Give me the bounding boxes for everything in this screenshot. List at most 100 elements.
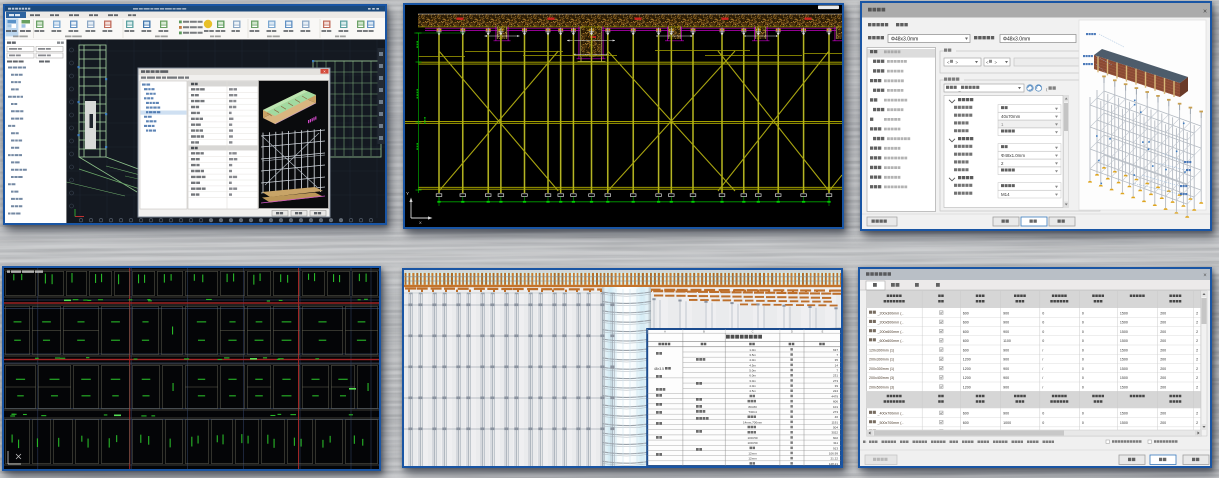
svg-text:273: 273 — [833, 379, 838, 383]
svg-text:200x400mm (3): 200x400mm (3) — [869, 376, 894, 380]
svg-text:X: X — [419, 220, 422, 225]
svg-text:1500: 1500 — [1120, 367, 1128, 371]
svg-text:0: 0 — [1082, 321, 1084, 325]
svg-text:900: 900 — [1003, 348, 1009, 352]
svg-text:100×50: 100×50 — [747, 441, 757, 445]
svg-text:1500: 1500 — [1120, 358, 1128, 362]
svg-text:×: × — [1203, 273, 1207, 279]
svg-text:200: 200 — [1160, 311, 1166, 315]
svg-text:4.5m: 4.5m — [749, 363, 756, 367]
svg-text:200: 200 — [1160, 339, 1166, 343]
svg-text:606: 606 — [833, 400, 838, 404]
svg-text:M14: M14 — [1001, 192, 1010, 197]
svg-text:0: 0 — [1042, 321, 1044, 325]
svg-text:/: / — [1042, 376, 1043, 380]
svg-text:2: 2 — [1196, 376, 1198, 380]
svg-text:1200: 1200 — [963, 376, 971, 380]
svg-text:14mm,700mm: 14mm,700mm — [743, 420, 763, 424]
svg-text:1500: 1500 — [1120, 330, 1128, 334]
svg-text:200: 200 — [1160, 385, 1166, 389]
svg-text:200x300mm (1): 200x300mm (1) — [869, 367, 894, 371]
svg-text:1500: 1500 — [1120, 421, 1128, 425]
svg-text:12mm: 12mm — [748, 457, 757, 461]
svg-text:_200x300mm (..: _200x300mm (.. — [877, 311, 904, 315]
svg-text:900: 900 — [1003, 376, 1009, 380]
svg-text:Φ48x3.0mm: Φ48x3.0mm — [1003, 37, 1030, 43]
svg-text:600: 600 — [963, 412, 969, 416]
svg-text:1200: 1200 — [963, 385, 971, 389]
svg-text:0: 0 — [1042, 330, 1044, 334]
svg-text:602: 602 — [833, 436, 838, 440]
svg-text:/: / — [1042, 367, 1043, 371]
svg-text:1500: 1500 — [1120, 311, 1128, 315]
svg-text:B: B — [703, 329, 705, 333]
svg-text:_500x700mm (..: _500x700mm (.. — [877, 421, 904, 425]
svg-text:900: 900 — [1003, 358, 1009, 362]
svg-text:6.0m: 6.0m — [749, 374, 756, 378]
svg-text:200x300mm (1): 200x300mm (1) — [869, 358, 894, 362]
svg-text:3.0m: 3.0m — [749, 379, 756, 383]
svg-text:0: 0 — [1042, 311, 1044, 315]
svg-text:200: 200 — [1160, 358, 1166, 362]
svg-text:231: 231 — [833, 374, 838, 378]
svg-text:200: 200 — [1160, 367, 1166, 371]
svg-text:1500: 1500 — [1120, 321, 1128, 325]
svg-text:×: × — [1203, 9, 1207, 16]
svg-text:/: / — [1042, 385, 1043, 389]
svg-text:A: A — [664, 329, 666, 333]
svg-text:2: 2 — [1196, 330, 1198, 334]
svg-text:128.21: 128.21 — [829, 462, 839, 466]
svg-text:2: 2 — [1196, 348, 1198, 352]
svg-text:T30×4: T30×4 — [748, 410, 757, 414]
svg-text:600: 600 — [963, 339, 969, 343]
svg-text:2: 2 — [1196, 311, 1198, 315]
svg-text:1200: 1200 — [963, 358, 971, 362]
svg-text:600: 600 — [963, 311, 969, 315]
svg-text:D: D — [791, 329, 793, 333]
svg-text:Φ48x3.0mm: Φ48x3.0mm — [891, 37, 918, 43]
svg-text:600: 600 — [963, 421, 969, 425]
svg-text:0: 0 — [1082, 385, 1084, 389]
svg-text:200: 200 — [1160, 330, 1166, 334]
svg-text:0: 0 — [1082, 412, 1084, 416]
svg-text:48×3.5: 48×3.5 — [654, 367, 664, 371]
svg-text:4.5m: 4.5m — [749, 389, 756, 393]
svg-text:0: 0 — [1082, 311, 1084, 315]
svg-text:100×50: 100×50 — [747, 436, 757, 440]
svg-text:200: 200 — [1160, 376, 1166, 380]
svg-text:1200: 1200 — [963, 367, 971, 371]
svg-text:1191: 1191 — [832, 420, 839, 424]
svg-text:14: 14 — [835, 363, 839, 367]
svg-text:1500: 1500 — [1120, 376, 1128, 380]
svg-text:40x70mm: 40x70mm — [1001, 114, 1021, 119]
svg-text:Φ48x1.0mm: Φ48x1.0mm — [1001, 153, 1025, 158]
svg-text:0: 0 — [1042, 412, 1044, 416]
svg-text:600: 600 — [963, 348, 969, 352]
svg-text:35: 35 — [835, 358, 839, 362]
svg-text:2: 2 — [1196, 321, 1198, 325]
svg-text:46: 46 — [835, 415, 839, 419]
svg-text:2: 2 — [1196, 385, 1198, 389]
svg-text:0: 0 — [1082, 358, 1084, 362]
svg-text:0: 0 — [1042, 339, 1044, 343]
svg-text:600: 600 — [963, 321, 969, 325]
svg-text:_200x500mm (..: _200x500mm (.. — [877, 321, 904, 325]
svg-text:_400x700mm (..: _400x700mm (.. — [877, 412, 904, 416]
svg-text:39: 39 — [835, 384, 839, 388]
svg-text:600: 600 — [963, 330, 969, 334]
svg-text:0: 0 — [1082, 330, 1084, 334]
svg-text:0: 0 — [1082, 367, 1084, 371]
svg-text:900: 900 — [1003, 412, 1009, 416]
svg-text:637: 637 — [833, 348, 838, 352]
svg-text:0: 0 — [1082, 421, 1084, 425]
svg-text:12mm: 12mm — [748, 451, 757, 455]
svg-text:1500: 1500 — [1120, 385, 1128, 389]
svg-text:2: 2 — [1196, 367, 1198, 371]
svg-text:311: 311 — [833, 441, 838, 445]
svg-text:200: 200 — [1160, 412, 1166, 416]
svg-text:900: 900 — [1003, 367, 1009, 371]
svg-text:_600x600mm (..: _600x600mm (.. — [877, 339, 904, 343]
svg-text:4479: 4479 — [831, 394, 838, 398]
svg-text:3022: 3022 — [831, 431, 838, 435]
svg-text:2: 2 — [1196, 358, 1198, 362]
